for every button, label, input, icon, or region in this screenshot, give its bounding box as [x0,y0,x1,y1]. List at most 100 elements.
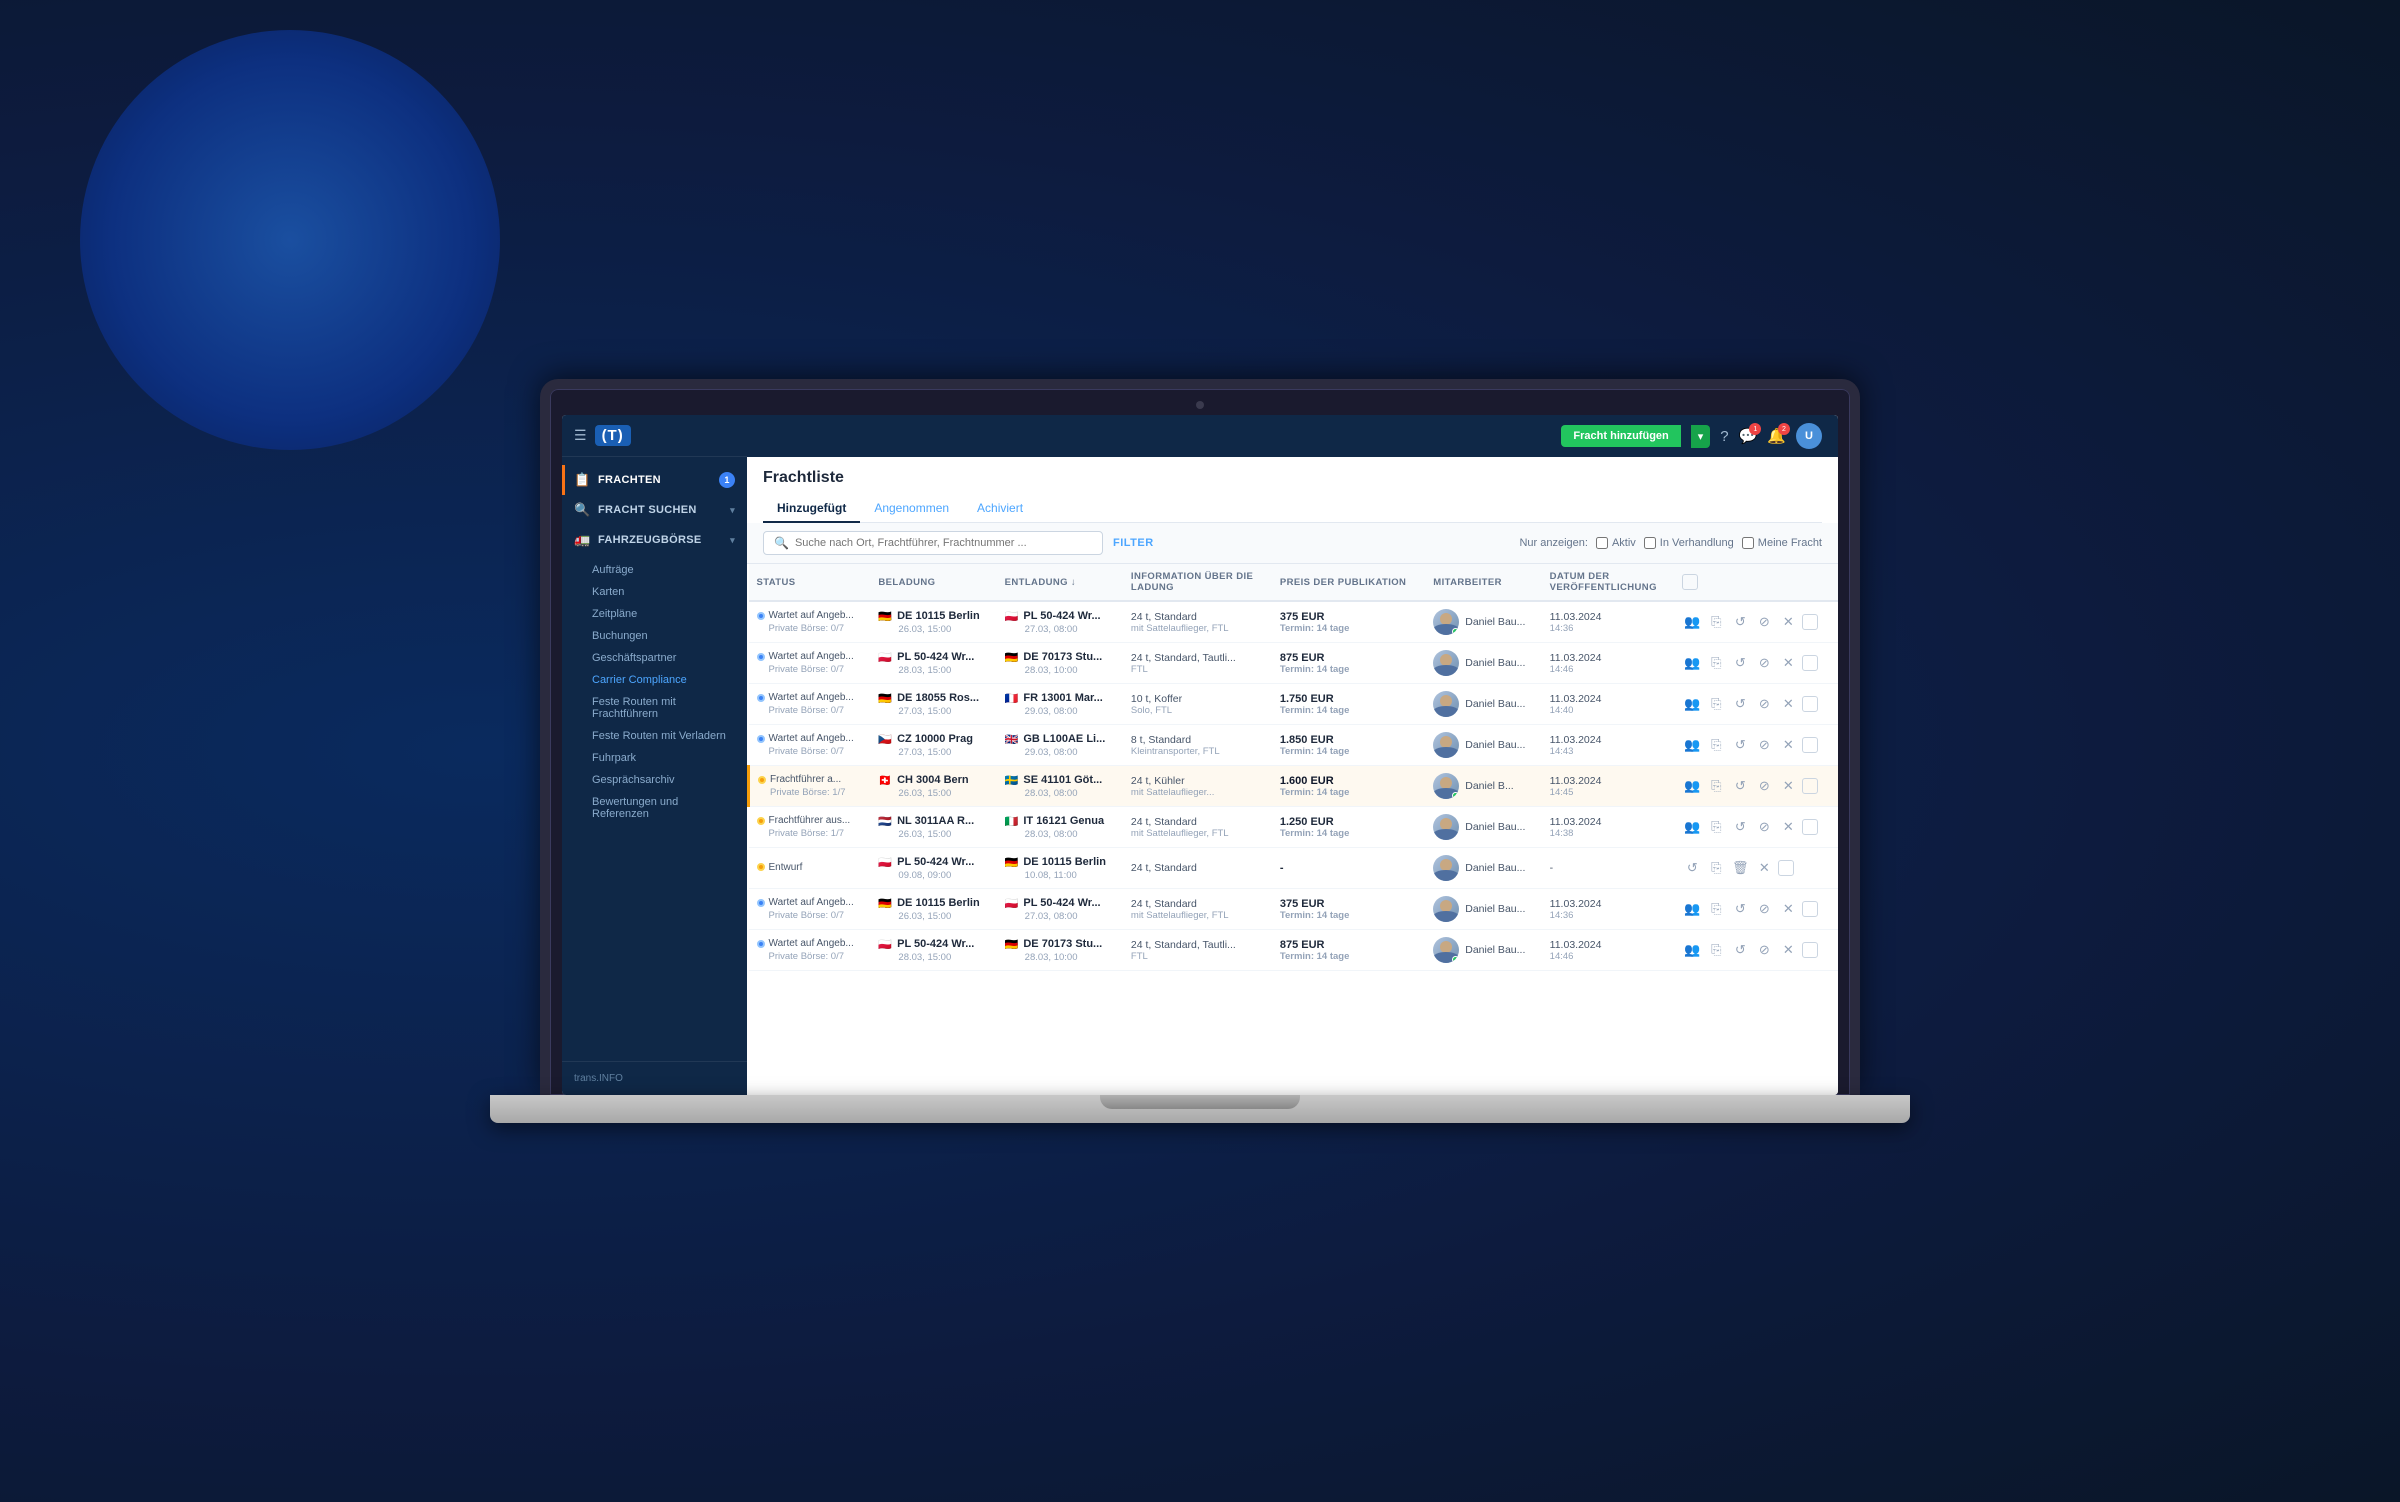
table-row: Frachtführer a... Private Börse: 1/7 🇨🇭 … [749,766,1839,807]
checkbox-aktiv-input[interactable] [1596,537,1608,549]
tab-hinzugefugt[interactable]: Hinzugefügt [763,495,860,523]
action-copy-icon[interactable]: ⎘ [1706,612,1726,632]
action-refresh-icon[interactable]: ↺ [1730,899,1750,919]
status-cell: Frachtführer a... Private Börse: 1/7 [749,766,871,807]
sidebar-trans-info[interactable]: trans.INFO [574,1070,735,1087]
action-copy-icon[interactable]: ⎘ [1706,653,1726,673]
action-remove-icon[interactable]: ✕ [1778,653,1798,673]
row-checkbox[interactable] [1802,778,1818,794]
action-cancel-icon[interactable]: ⊘ [1754,694,1774,714]
action-refresh-icon[interactable]: ↺ [1730,735,1750,755]
action-users-icon[interactable]: 👥 [1682,817,1702,837]
action-cancel-icon[interactable]: ⊘ [1754,776,1774,796]
action-users-icon[interactable]: 👥 [1682,694,1702,714]
action-remove-icon[interactable]: ✕ [1778,817,1798,837]
sidebar-sub-bewertungen[interactable]: Bewertungen und Referenzen [562,791,747,825]
info-cell: 24 t, Standard, Tautli... FTL [1123,930,1272,971]
row-checkbox[interactable] [1802,614,1818,630]
action-refresh-icon[interactable]: ↺ [1730,612,1750,632]
filter-button[interactable]: FILTER [1113,537,1154,549]
action-users-icon[interactable]: 👥 [1682,776,1702,796]
action-cancel-icon[interactable]: ⊘ [1754,817,1774,837]
action-copy-icon[interactable]: ⎘ [1706,940,1726,960]
sidebar-item-frachten[interactable]: 📋 FRACHTEN 1 [562,465,747,495]
row-checkbox[interactable] [1778,860,1794,876]
info-cell: 24 t, Standard mit Sattelauflieger, FTL [1123,807,1272,848]
bell-icon[interactable]: 🔔 2 [1767,427,1786,445]
row-checkbox[interactable] [1802,737,1818,753]
load-location: 🇨🇭 CH 3004 Bern [878,774,988,787]
hamburger-icon[interactable]: ☰ [574,427,587,444]
sidebar-sub-buchungen[interactable]: Buchungen [562,625,747,647]
row-checkbox[interactable] [1802,819,1818,835]
sidebar-sub-karten[interactable]: Karten [562,581,747,603]
action-remove-icon[interactable]: ✕ [1778,612,1798,632]
price-cell: 1.600 EUR Termin: 14 tage [1272,766,1425,807]
action-refresh-icon[interactable]: ↺ [1730,817,1750,837]
sidebar-item-fracht-suchen[interactable]: 🔍 FRACHT SUCHEN ▾ [562,495,747,525]
load-date: 27.03, 15:00 [878,747,988,758]
fracht-suchen-icon: 🔍 [574,502,590,518]
action-remove-icon[interactable]: ✕ [1778,694,1798,714]
sidebar-sub-geschaftspartner[interactable]: Geschäftspartner [562,647,747,669]
row-checkbox[interactable] [1802,655,1818,671]
search-input[interactable] [795,537,1092,549]
action-copy-icon[interactable]: ⎘ [1706,735,1726,755]
sidebar-sub-carrier-compliance[interactable]: Carrier Compliance [562,669,747,691]
checkbox-verhandlung-input[interactable] [1644,537,1656,549]
action-remove-icon[interactable]: ✕ [1778,735,1798,755]
checkbox-meine-fracht[interactable]: Meine Fracht [1742,537,1822,549]
action-users-icon[interactable]: 👥 [1682,653,1702,673]
action-remove-icon[interactable]: ✕ [1778,776,1798,796]
action-refresh-icon[interactable]: ↺ [1682,858,1702,878]
checkbox-in-verhandlung[interactable]: In Verhandlung [1644,537,1734,549]
row-checkbox[interactable] [1802,901,1818,917]
user-avatar-topbar[interactable]: U [1796,423,1822,449]
sidebar-sub-fuhrpark[interactable]: Fuhrpark [562,747,747,769]
action-delete-icon[interactable]: 🗑 [1730,858,1750,878]
action-cancel-icon[interactable]: ⊘ [1754,899,1774,919]
action-remove-icon[interactable]: ✕ [1778,940,1798,960]
sidebar-item-fahrzeugborse[interactable]: 🚛 FAHRZEUGBÖRSE ▾ [562,525,747,555]
help-icon[interactable]: ? [1720,428,1728,445]
tab-achiviert[interactable]: Achiviert [963,495,1037,523]
row-checkbox[interactable] [1802,696,1818,712]
sidebar-sub-zeitplane[interactable]: Zeitpläne [562,603,747,625]
action-refresh-icon[interactable]: ↺ [1730,653,1750,673]
sidebar-sub-feste-routen-fracht[interactable]: Feste Routen mit Frachtführern [562,691,747,725]
action-close-icon[interactable]: ✕ [1754,858,1774,878]
checkbox-aktiv[interactable]: Aktiv [1596,537,1636,549]
action-cancel-icon[interactable]: ⊘ [1754,653,1774,673]
select-all-checkbox[interactable] [1682,574,1698,590]
action-users-icon[interactable]: 👥 [1682,735,1702,755]
show-label: Nur anzeigen: Aktiv In Verhandlung [1519,537,1822,549]
status-label: Wartet auf Angeb... [769,651,854,662]
price-sub: Termin: 14 tage [1280,828,1417,839]
sidebar-sub-gesprachsarchiv[interactable]: Gesprächsarchiv [562,769,747,791]
add-fracht-arrow-button[interactable]: ▾ [1691,425,1711,448]
action-users-icon[interactable]: 👥 [1682,940,1702,960]
action-users-icon[interactable]: 👥 [1682,612,1702,632]
tab-angenommen[interactable]: Angenommen [860,495,963,523]
checkbox-meine-input[interactable] [1742,537,1754,549]
action-cancel-icon[interactable]: ⊘ [1754,612,1774,632]
action-refresh-icon[interactable]: ↺ [1730,940,1750,960]
action-refresh-icon[interactable]: ↺ [1730,776,1750,796]
action-remove-icon[interactable]: ✕ [1778,899,1798,919]
action-cancel-icon[interactable]: ⊘ [1754,940,1774,960]
action-copy-icon[interactable]: ⎘ [1706,899,1726,919]
action-users-icon[interactable]: 👥 [1682,899,1702,919]
action-refresh-icon[interactable]: ↺ [1730,694,1750,714]
action-copy-icon[interactable]: ⎘ [1706,858,1726,878]
info-sub: mit Sattelauflieger, FTL [1131,828,1264,839]
chat-icon[interactable]: 💬 1 [1739,427,1758,445]
mitarbeiter-name: Daniel B... [1465,780,1513,792]
action-cancel-icon[interactable]: ⊘ [1754,735,1774,755]
sidebar-sub-feste-routen-verlader[interactable]: Feste Routen mit Verladern [562,725,747,747]
action-copy-icon[interactable]: ⎘ [1706,694,1726,714]
add-fracht-button[interactable]: Fracht hinzufügen [1561,425,1680,447]
action-copy-icon[interactable]: ⎘ [1706,817,1726,837]
action-copy-icon[interactable]: ⎘ [1706,776,1726,796]
sidebar-sub-auftrage[interactable]: Aufträge [562,559,747,581]
row-checkbox[interactable] [1802,942,1818,958]
